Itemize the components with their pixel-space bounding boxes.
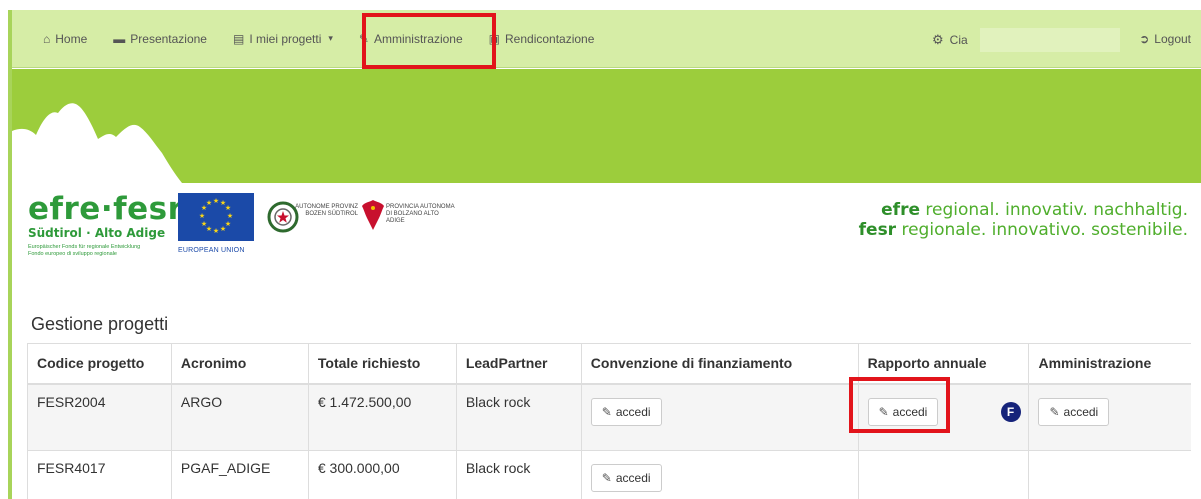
slogan-de-bold: efre bbox=[881, 200, 920, 220]
nav-logout[interactable]: ➲ Logout bbox=[1139, 10, 1191, 68]
button-label: accedi bbox=[892, 404, 928, 419]
user-field-bg bbox=[979, 28, 1120, 52]
page: ⌂ Home ▬ Presentazione ▤ I miei progetti… bbox=[0, 0, 1201, 499]
eu-label: EUROPEAN UNION bbox=[178, 247, 245, 254]
cell-convenzione: ✎ accedi bbox=[580, 383, 859, 451]
nav-presentazione-label: Presentazione bbox=[130, 31, 207, 46]
nav-rendicontazione[interactable]: ▣ Rendicontazione bbox=[476, 10, 608, 68]
col-acronimo: Acronimo bbox=[170, 343, 309, 385]
svg-text:★: ★ bbox=[213, 227, 219, 235]
efre-logo-sub: Südtirol · Alto Adige bbox=[28, 226, 166, 240]
table-row: FESR2004 ARGO € 1.472.500,00 Black rock … bbox=[27, 383, 1191, 451]
edit-icon: ✎ bbox=[1049, 404, 1060, 419]
col-totale-richiesto: Totale richiesto bbox=[307, 343, 457, 385]
efre-tagline-de: Europäischer Fonds für regionale Entwick… bbox=[28, 244, 141, 250]
caret-down-icon: ▾ bbox=[328, 33, 333, 43]
tyrolean-eagle-icon bbox=[362, 200, 384, 230]
svg-text:★: ★ bbox=[227, 212, 233, 220]
col-amministrazione: Amministrazione bbox=[1028, 343, 1191, 385]
svg-text:★: ★ bbox=[213, 197, 219, 205]
efre-logo-tagline: Europäischer Fonds für regionale Entwick… bbox=[28, 244, 178, 258]
slogan: efre regional. innovativ. nachhaltig. fe… bbox=[859, 200, 1188, 240]
cell-lead: Black rock bbox=[455, 450, 582, 499]
svg-text:★: ★ bbox=[220, 225, 226, 233]
button-label: accedi bbox=[615, 471, 651, 485]
cell-acronimo: PGAF_ADIGE bbox=[170, 450, 309, 499]
nav-rendicontazione-label: Rendicontazione bbox=[505, 31, 595, 46]
slogan-line-it: fesr regionale. innovativo. sostenibile. bbox=[859, 220, 1188, 240]
efre-tagline-it: Fondo europeo di sviluppo regionale bbox=[28, 251, 117, 257]
nav-miei-progetti-dropdown[interactable]: ▤ I miei progetti ▾ bbox=[220, 10, 346, 68]
svg-text:★: ★ bbox=[206, 199, 212, 207]
col-convenzione: Convenzione di finanziamento bbox=[580, 343, 859, 385]
pencil-icon: ✎ bbox=[358, 31, 369, 46]
nav-amministrazione-label: Amministrazione bbox=[373, 31, 463, 46]
svg-text:★: ★ bbox=[201, 220, 207, 228]
book-icon: ▤ bbox=[232, 31, 245, 46]
nav-amministrazione[interactable]: ✎ Amministrazione bbox=[346, 10, 476, 68]
convenzione-accedi-button[interactable]: ✎ accedi bbox=[590, 464, 662, 492]
top-navbar: ⌂ Home ▬ Presentazione ▤ I miei progetti… bbox=[12, 10, 1201, 68]
gear-icon[interactable]: ⚙ bbox=[932, 32, 944, 48]
presentation-icon: ▬ bbox=[113, 31, 126, 46]
cell-amministrazione bbox=[1028, 450, 1191, 499]
button-label: accedi bbox=[1063, 404, 1099, 419]
nav-home-label: Home bbox=[55, 31, 88, 46]
cell-amministrazione: ✎ accedi bbox=[1028, 383, 1191, 451]
logo-row: efre·fesr Südtirol · Alto Adige Europäis… bbox=[20, 192, 1190, 262]
slogan-it-rest: regionale. innovativo. sostenibile. bbox=[896, 220, 1188, 240]
nav-home[interactable]: ⌂ Home bbox=[30, 10, 100, 68]
table-row: FESR4017 PGAF_ADIGE € 300.000,00 Black r… bbox=[27, 450, 1191, 499]
cell-totale: € 300.000,00 bbox=[307, 450, 457, 499]
slogan-de-rest: regional. innovativ. nachhaltig. bbox=[919, 200, 1188, 220]
cell-convenzione: ✎ accedi bbox=[580, 450, 859, 499]
slogan-it-bold: fesr bbox=[858, 220, 897, 240]
col-codice-progetto: Codice progetto bbox=[27, 343, 172, 385]
efre-fesr-logo: efre·fesr Südtirol · Alto Adige Europäis… bbox=[28, 192, 183, 258]
svg-text:★: ★ bbox=[225, 204, 231, 212]
cell-acronimo: ARGO bbox=[170, 383, 309, 451]
convenzione-accedi-button[interactable]: ✎ accedi bbox=[590, 397, 662, 426]
amministrazione-accedi-button[interactable]: ✎ accedi bbox=[1038, 397, 1110, 426]
f-status-badge[interactable]: F bbox=[1000, 401, 1021, 422]
header-banner bbox=[12, 69, 1201, 183]
nav-presentazione[interactable]: ▬ Presentazione bbox=[100, 10, 220, 68]
page-title: Gestione progetti bbox=[31, 314, 169, 334]
cell-codice: FESR4017 bbox=[27, 450, 172, 499]
mountains-illustration bbox=[12, 103, 182, 183]
projects-table: Codice progetto Acronimo Totale richiest… bbox=[27, 343, 1191, 499]
table-header-row: Codice progetto Acronimo Totale richiest… bbox=[27, 343, 1191, 385]
money-icon: ▣ bbox=[488, 31, 500, 46]
cell-codice: FESR2004 bbox=[27, 383, 172, 451]
edit-icon: ✎ bbox=[601, 404, 612, 419]
cell-rapporto bbox=[857, 450, 1029, 499]
svg-text:★: ★ bbox=[199, 212, 205, 220]
col-rapporto-annuale: Rapporto annuale bbox=[857, 343, 1029, 385]
cell-lead: Black rock bbox=[455, 383, 582, 451]
rapporto-accedi-button[interactable]: ✎ accedi bbox=[867, 397, 939, 426]
user-name[interactable]: Cia bbox=[950, 33, 968, 47]
eu-flag-icon: ★ ★★ ★★★ ★★★ ★★★ bbox=[178, 193, 254, 241]
home-icon: ⌂ bbox=[43, 31, 51, 46]
col-leadpartner: LeadPartner bbox=[455, 343, 582, 385]
logout-icon: ➲ bbox=[1139, 32, 1150, 46]
user-area: ⚙ Cia bbox=[932, 28, 1120, 52]
provincia-bolzano-text: PROVINCIA AUTONOMA DI BOLZANO ALTO ADIGE bbox=[386, 204, 455, 224]
efre-logo-word: efre·fesr bbox=[28, 191, 184, 227]
provinz-bozen-text: AUTONOME PROVINZ BOZEN SÜDTIROL bbox=[295, 204, 358, 217]
edit-icon: ✎ bbox=[878, 404, 889, 419]
cell-rapporto: ✎ accedi F bbox=[857, 383, 1029, 451]
cell-totale: € 1.472.500,00 bbox=[307, 383, 457, 451]
edit-icon: ✎ bbox=[601, 471, 612, 485]
button-label: accedi bbox=[615, 404, 651, 419]
slogan-line-de: efre regional. innovativ. nachhaltig. bbox=[859, 200, 1188, 220]
nav-logout-label: Logout bbox=[1154, 32, 1191, 46]
nav-miei-progetti-label: I miei progetti bbox=[249, 31, 322, 46]
